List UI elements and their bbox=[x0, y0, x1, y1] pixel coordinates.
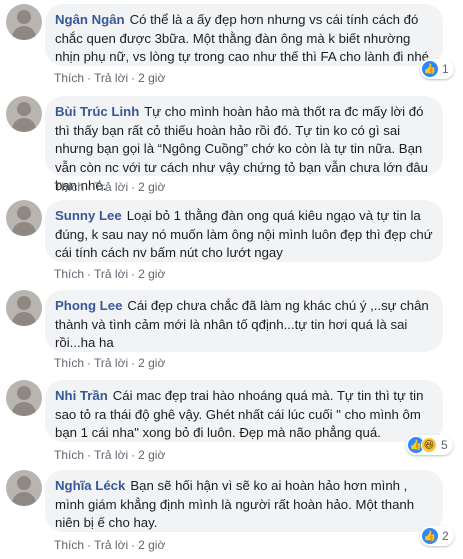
comment-time[interactable]: 2 giờ bbox=[138, 267, 165, 281]
comment-time[interactable]: 2 giờ bbox=[138, 538, 165, 552]
avatar[interactable] bbox=[6, 4, 42, 40]
comment-actions: Thích · Trả lời · 2 giờ bbox=[54, 538, 166, 552]
reply-link[interactable]: Trả lời bbox=[94, 538, 128, 552]
like-link[interactable]: Thích bbox=[54, 71, 84, 85]
reply-link[interactable]: Trả lời bbox=[94, 267, 128, 281]
comment-time[interactable]: 2 giờ bbox=[138, 180, 165, 194]
comment-bubble: Ngân Ngân Có thể là a ấy đẹp hơn nhưng vs… bbox=[45, 4, 443, 66]
avatar[interactable] bbox=[6, 290, 42, 326]
reaction-summary[interactable]: 👍 1 bbox=[420, 59, 454, 79]
comment-time[interactable]: 2 giờ bbox=[138, 356, 165, 370]
reaction-count: 2 bbox=[442, 529, 449, 543]
avatar[interactable] bbox=[6, 470, 42, 506]
reaction-summary[interactable]: 👍 2 bbox=[420, 526, 454, 546]
reply-link[interactable]: Trả lời bbox=[94, 448, 128, 462]
avatar[interactable] bbox=[6, 96, 42, 132]
reaction-count: 1 bbox=[442, 62, 449, 76]
comment-author[interactable]: Bùi Trúc Linh bbox=[55, 104, 139, 119]
comment-author[interactable]: Phong Lee bbox=[55, 298, 122, 313]
reply-link[interactable]: Trả lời bbox=[94, 71, 128, 85]
like-icon: 👍 bbox=[422, 528, 438, 544]
like-link[interactable]: Thích bbox=[54, 448, 84, 462]
comment-bubble: Nghĩa Léck Bạn sẽ hối hận vì sẽ ko ai hoà… bbox=[45, 470, 443, 532]
comment-text: Cái mac đẹp trai hào nhoáng quá mà. Tự t… bbox=[55, 388, 424, 441]
reply-link[interactable]: Trả lời bbox=[94, 180, 128, 194]
avatar[interactable] bbox=[6, 200, 42, 236]
comment-time[interactable]: 2 giờ bbox=[138, 71, 165, 85]
comment-bubble: Sunny Lee Loại bỏ 1 thằng đàn ong quá kiê… bbox=[45, 200, 443, 262]
comment-author[interactable]: Sunny Lee bbox=[55, 208, 122, 223]
like-link[interactable]: Thích bbox=[54, 267, 84, 281]
reply-link[interactable]: Trả lời bbox=[94, 356, 128, 370]
reaction-count: 5 bbox=[441, 438, 448, 452]
haha-icon: 😆 bbox=[421, 437, 437, 453]
like-link[interactable]: Thích bbox=[54, 538, 84, 552]
comment-bubble: Nhi Trần Cái mac đẹp trai hào nhoáng quá … bbox=[45, 380, 443, 442]
like-icon: 👍 bbox=[422, 61, 438, 77]
comment-actions: Thích · Trả lời · 2 giờ bbox=[54, 180, 166, 194]
comment-actions: Thích · Trả lời · 2 giờ bbox=[54, 267, 166, 281]
comment-bubble: Bùi Trúc Linh Tự cho mình hoàn hảo mà thố… bbox=[45, 96, 443, 193]
like-link[interactable]: Thích bbox=[54, 180, 84, 194]
comment-bubble: Phong Lee Cái đẹp chưa chắc đã làm ng khá… bbox=[45, 290, 443, 352]
comment-actions: Thích · Trả lời · 2 giờ bbox=[54, 356, 166, 370]
comment-time[interactable]: 2 giờ bbox=[138, 448, 165, 462]
like-link[interactable]: Thích bbox=[54, 356, 84, 370]
comment-author[interactable]: Nhi Trần bbox=[55, 388, 108, 403]
comment-actions: Thích · Trả lời · 2 giờ bbox=[54, 448, 166, 462]
comment-author[interactable]: Ngân Ngân bbox=[55, 12, 125, 27]
reaction-summary[interactable]: 👍 😆 5 bbox=[406, 435, 453, 455]
avatar[interactable] bbox=[6, 380, 42, 416]
comment-author[interactable]: Nghĩa Léck bbox=[55, 478, 125, 493]
comment-actions: Thích · Trả lời · 2 giờ bbox=[54, 71, 166, 85]
